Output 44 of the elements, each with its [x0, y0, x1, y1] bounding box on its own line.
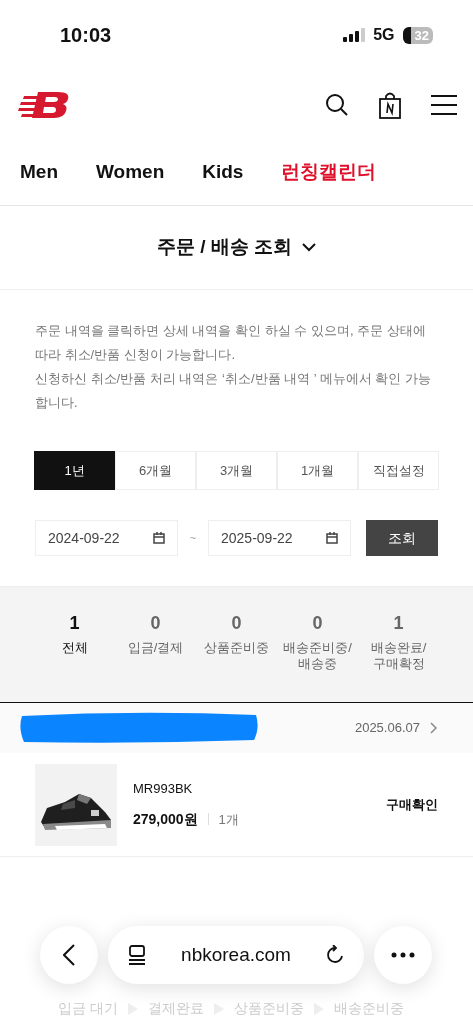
url-text: nbkorea.com: [181, 942, 291, 967]
calendar-icon: [153, 532, 165, 544]
tabs-icon: [128, 945, 146, 965]
product-quantity: 1개: [218, 810, 239, 829]
period-tab[interactable]: 1개월: [277, 451, 358, 490]
back-icon: [63, 944, 75, 966]
chevron-down-icon[interactable]: [302, 243, 317, 252]
product-name: MR993BK: [133, 780, 194, 799]
nav-link[interactable]: Men: [20, 158, 58, 187]
search-button[interactable]: 조회: [366, 520, 438, 556]
address-bar[interactable]: nbkorea.com: [108, 926, 364, 984]
nav-link[interactable]: 런칭캘린더: [281, 158, 377, 187]
status-time: 10:03: [60, 23, 112, 48]
start-date-field[interactable]: 2024-09-22: [35, 520, 178, 556]
menu-icon[interactable]: [431, 94, 457, 116]
notice-text: 주문 내역을 클릭하면 상세 내역을 확인 하실 수 있으며, 주문 상태에 따라 취소/반품 신청이 가능합니다.: [35, 322, 427, 364]
page-title: 주문 / 배송 조회: [156, 235, 293, 260]
nav-link[interactable]: Women: [96, 158, 165, 187]
calendar-icon: [326, 532, 338, 544]
period-tab[interactable]: 직접설정: [358, 451, 439, 490]
battery-indicator: 32: [402, 26, 433, 44]
date-separator: ~: [188, 530, 198, 546]
nav-link[interactable]: Kids: [202, 158, 244, 187]
period-tab[interactable]: 6개월: [115, 451, 196, 490]
network-label: 5G: [373, 25, 395, 45]
search-icon[interactable]: [325, 93, 349, 117]
end-date-field[interactable]: 2025-09-22: [208, 520, 351, 556]
status-summary-item[interactable]: 1 배송완료/ 구매확정: [358, 612, 439, 702]
notice-text: 신청하신 취소/반품 처리 내역은 ‘취소/반품 내역 ’ 메뉴에서 확인 가능합니다.: [35, 370, 433, 412]
period-tab[interactable]: 3개월: [196, 451, 277, 490]
shopping-bag-icon[interactable]: [379, 91, 401, 119]
product-price: 279,000원: [133, 809, 198, 829]
chevron-right-icon[interactable]: [430, 722, 437, 734]
order-status: 구매확인: [386, 795, 438, 814]
status-summary-item[interactable]: 0 상품준비중: [196, 612, 277, 702]
signal-icon: [343, 28, 366, 42]
order-date: 2025.06.07: [354, 719, 420, 738]
reload-icon[interactable]: [326, 945, 344, 965]
status-summary-item[interactable]: 0 배송준비중/ 배송중: [277, 612, 358, 702]
status-summary-item[interactable]: 0 입금/결제: [115, 612, 196, 702]
period-tab[interactable]: 1년: [34, 451, 115, 490]
more-icon: [391, 952, 415, 958]
logo-icon[interactable]: [18, 92, 70, 118]
status-summary-item[interactable]: 1 전체: [34, 612, 115, 702]
